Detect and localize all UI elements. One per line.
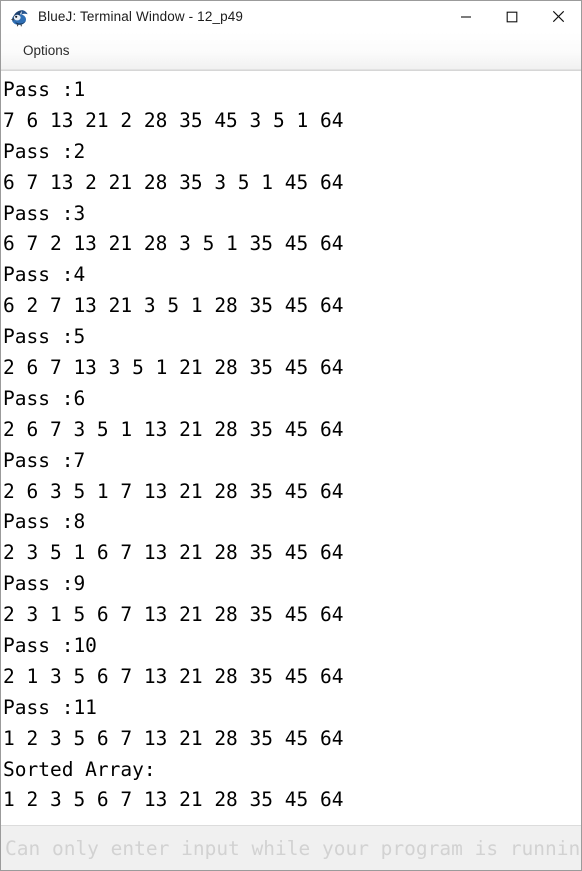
minimize-icon [461,15,471,18]
close-icon [552,10,564,23]
maximize-icon [506,11,518,22]
menubar: Options [1,32,581,70]
terminal-line: Pass :8 [3,510,86,534]
terminal-line: 6 7 2 13 21 28 3 5 1 35 45 64 [3,232,344,256]
terminal-line: 2 1 3 5 6 7 13 21 28 35 45 64 [3,664,344,688]
terminal-line: Pass :7 [3,448,86,472]
terminal-line: Pass :2 [3,139,86,163]
terminal-text[interactable]: Pass :1 7 6 13 21 2 28 35 45 3 5 1 64 Pass… [1,71,581,825]
terminal-line: Pass :3 [3,201,86,225]
terminal-line: Pass :1 [3,78,86,101]
bluej-bird-icon [10,7,30,27]
terminal-line: Sorted Array: [3,757,156,781]
titlebar[interactable]: BlueJ: Terminal Window - 12_p49 [1,1,581,32]
maximize-button[interactable] [489,1,535,32]
terminal-line: Pass :6 [3,386,86,410]
terminal-line: 1 2 3 5 6 7 13 21 28 35 45 64 [3,788,344,812]
terminal-input-placeholder: Can only enter input while your program … [5,836,581,860]
window-title: BlueJ: Terminal Window - 12_p49 [38,9,244,24]
terminal-line: 1 2 3 5 6 7 13 21 28 35 45 64 [3,726,344,750]
terminal-output-area[interactable]: Pass :1 7 6 13 21 2 28 35 45 3 5 1 64 Pass… [1,70,581,825]
window-controls [443,1,581,32]
terminal-line: Pass :10 [3,634,97,658]
terminal-line: Pass :11 [3,695,97,719]
terminal-line: 2 6 3 5 1 7 13 21 28 35 45 64 [3,479,344,503]
terminal-window: BlueJ: Terminal Window - 12_p49 Options … [0,0,582,871]
minimize-button[interactable] [443,1,489,32]
terminal-input-bar[interactable]: Can only enter input while your program … [1,825,581,870]
terminal-line: Pass :5 [3,325,86,349]
menu-item-options[interactable]: Options [13,39,80,63]
terminal-line: 6 7 13 2 21 28 35 3 5 1 45 64 [3,170,344,194]
terminal-line: 2 6 7 13 3 5 1 21 28 35 45 64 [3,356,344,380]
terminal-line: 2 6 7 3 5 1 13 21 28 35 45 64 [3,417,344,441]
terminal-line: Pass :4 [3,263,86,287]
terminal-line: 6 2 7 13 21 3 5 1 28 35 45 64 [3,294,344,318]
close-button[interactable] [535,1,581,32]
terminal-line: Pass :9 [3,572,86,596]
terminal-line: 7 6 13 21 2 28 35 45 3 5 1 64 [3,108,344,132]
terminal-line: 2 3 1 5 6 7 13 21 28 35 45 64 [3,603,344,627]
terminal-line: 2 3 5 1 6 7 13 21 28 35 45 64 [3,541,344,565]
